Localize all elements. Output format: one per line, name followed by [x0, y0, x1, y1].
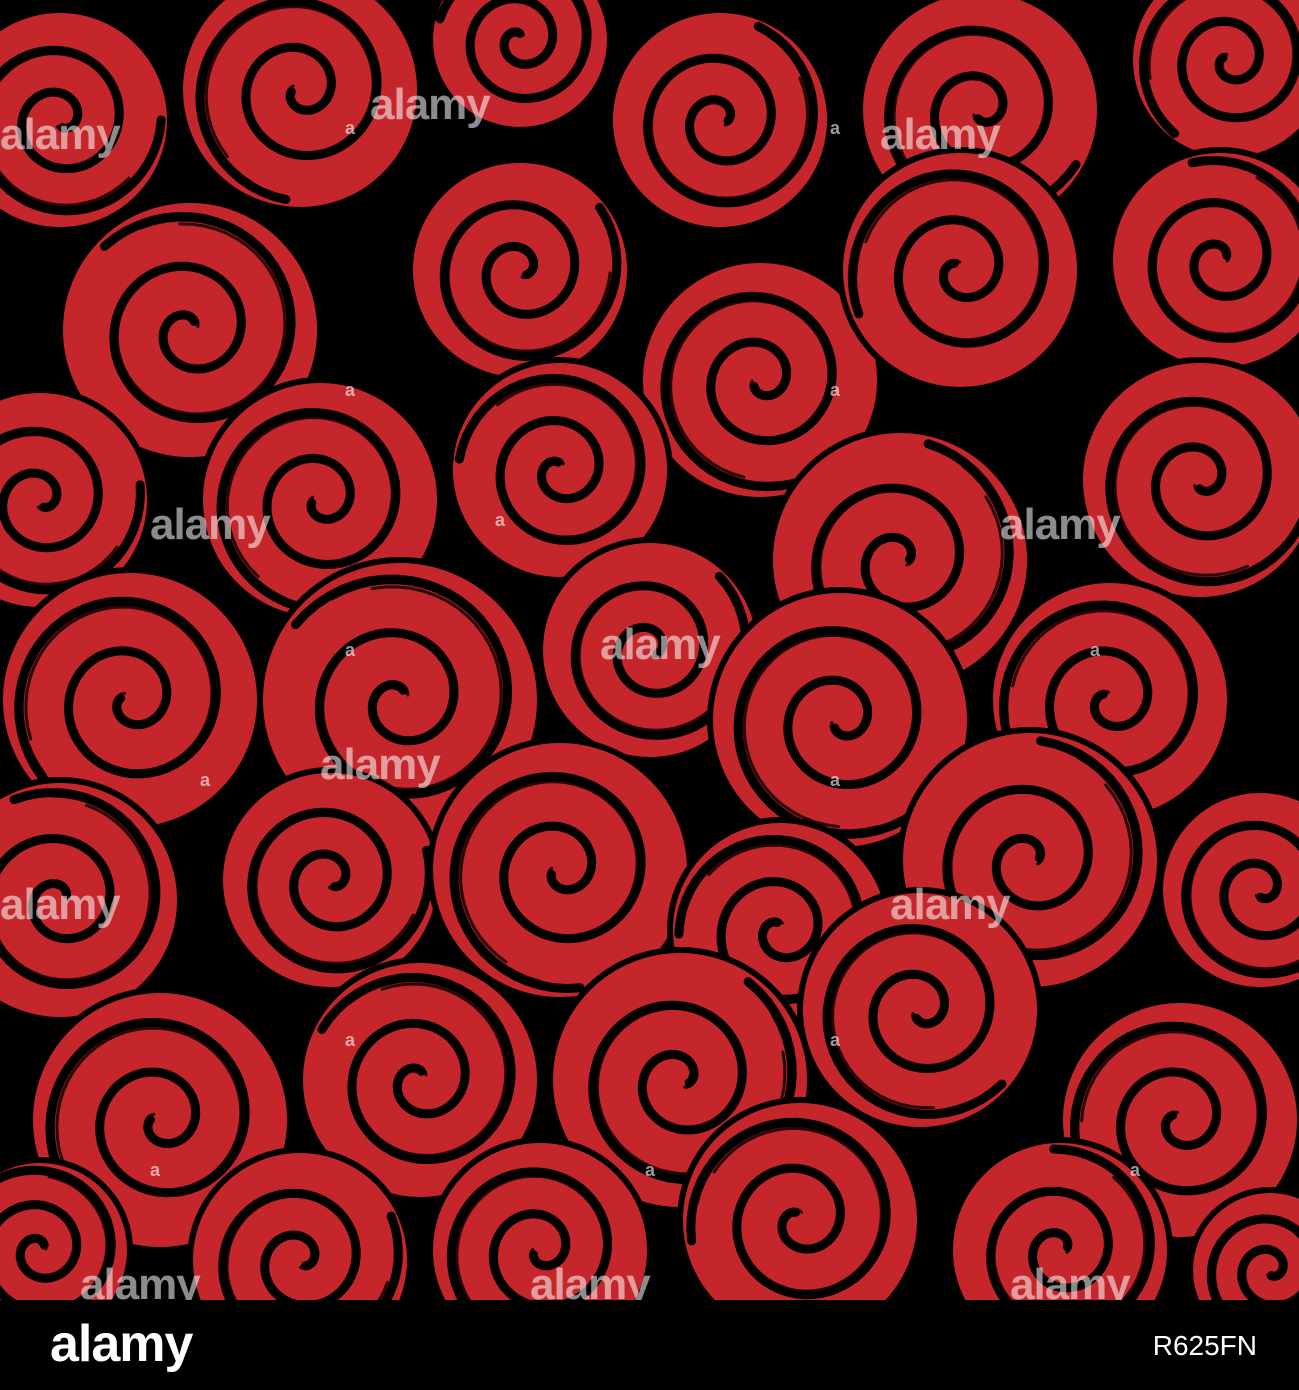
swirl-shape [837, 147, 1083, 393]
swirl-shape [407, 157, 633, 383]
watermark-mark: a [345, 640, 356, 660]
swirl-shape [607, 7, 833, 233]
watermark-mark: a [830, 1030, 841, 1050]
watermark-mark: a [830, 380, 841, 400]
image-id: R625FN [1152, 1330, 1257, 1361]
watermark-mark: a [645, 1160, 656, 1180]
watermark-mark: a [150, 1160, 161, 1180]
watermark-mark: a [830, 770, 841, 790]
watermark-mark: a [345, 380, 356, 400]
swirl-pattern [0, 0, 1299, 1300]
watermark-mark: a [345, 1030, 356, 1050]
watermark-mark: a [200, 770, 211, 790]
stock-image: alamy alamy alamy alamy alamy alamy alamy alamy… [0, 0, 1299, 1390]
swirl-shape [797, 887, 1043, 1133]
footer-bar: alamy R625FN [0, 1300, 1299, 1390]
watermark-mark: a [830, 118, 841, 138]
watermark-mark: a [1090, 640, 1101, 660]
watermark-mark: a [495, 510, 506, 530]
swirl-shape [177, 0, 423, 213]
swirl-shape [1107, 147, 1299, 373]
swirl-shape [1077, 357, 1299, 603]
watermark-mark: a [1130, 1160, 1141, 1180]
watermark-mark: a [345, 118, 356, 138]
alamy-logo: alamy [50, 1315, 193, 1373]
swirl-shape [217, 767, 443, 993]
